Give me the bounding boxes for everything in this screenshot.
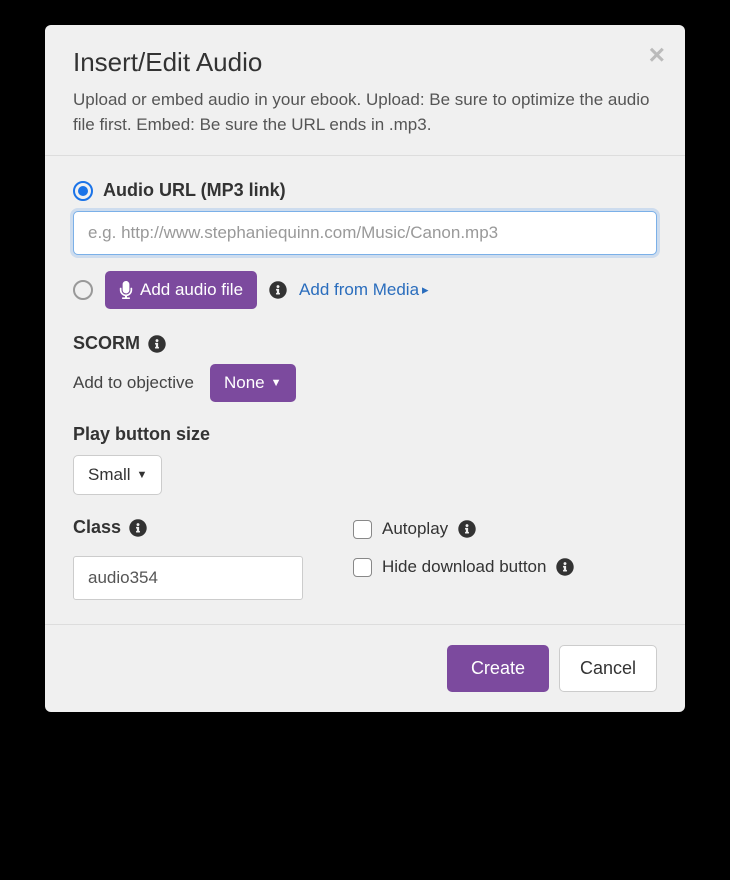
add-from-media-link[interactable]: Add from Media ▸ — [299, 280, 429, 300]
play-size-value: Small — [88, 465, 131, 485]
scorm-title: SCORM — [73, 333, 657, 354]
caret-down-icon: ▼ — [271, 377, 282, 389]
microphone-icon — [119, 281, 133, 299]
audio-url-input[interactable] — [73, 211, 657, 255]
add-from-media-label: Add from Media — [299, 280, 419, 300]
modal-body: Audio URL (MP3 link) Add audio file Add … — [45, 156, 685, 624]
scorm-title-text: SCORM — [73, 333, 140, 354]
class-title-text: Class — [73, 517, 121, 538]
objective-value: None — [224, 373, 265, 393]
hide-download-checkbox[interactable] — [353, 558, 372, 577]
info-icon[interactable] — [148, 335, 166, 353]
info-icon[interactable] — [458, 520, 476, 538]
objective-dropdown[interactable]: None ▼ — [210, 364, 296, 402]
modal-header: × Insert/Edit Audio Upload or embed audi… — [45, 25, 685, 156]
url-radio-row: Audio URL (MP3 link) — [73, 180, 657, 201]
autoplay-row: Autoplay — [353, 519, 657, 539]
class-options-row: Class Autoplay Hide download — [73, 517, 657, 600]
autoplay-checkbox[interactable] — [353, 520, 372, 539]
class-input[interactable] — [73, 556, 303, 600]
caret-right-icon: ▸ — [422, 282, 429, 298]
play-size-section: Play button size Small ▼ — [73, 424, 657, 495]
play-size-dropdown[interactable]: Small ▼ — [73, 455, 162, 495]
modal-title: Insert/Edit Audio — [73, 47, 657, 78]
upload-radio[interactable] — [73, 280, 93, 300]
info-icon[interactable] — [129, 519, 147, 537]
autoplay-label: Autoplay — [382, 519, 448, 539]
caret-down-icon: ▼ — [137, 469, 148, 481]
add-audio-file-label: Add audio file — [140, 280, 243, 300]
scorm-objective-row: Add to objective None ▼ — [73, 364, 657, 402]
url-radio-label: Audio URL (MP3 link) — [103, 180, 286, 201]
insert-audio-modal: × Insert/Edit Audio Upload or embed audi… — [45, 25, 685, 712]
play-size-title: Play button size — [73, 424, 657, 445]
add-audio-file-button[interactable]: Add audio file — [105, 271, 257, 309]
options-column: Autoplay Hide download button — [353, 517, 657, 600]
hide-download-row: Hide download button — [353, 557, 657, 577]
close-icon[interactable]: × — [649, 41, 665, 69]
url-radio[interactable] — [73, 181, 93, 201]
hide-download-label: Hide download button — [382, 557, 546, 577]
objective-label: Add to objective — [73, 373, 194, 393]
cancel-button[interactable]: Cancel — [559, 645, 657, 692]
create-button[interactable]: Create — [447, 645, 549, 692]
upload-row: Add audio file Add from Media ▸ — [73, 271, 657, 309]
info-icon[interactable] — [556, 558, 574, 576]
class-title: Class — [73, 517, 303, 538]
modal-description: Upload or embed audio in your ebook. Upl… — [73, 88, 657, 137]
class-column: Class — [73, 517, 303, 600]
info-icon[interactable] — [269, 281, 287, 299]
modal-footer: Create Cancel — [45, 624, 685, 712]
